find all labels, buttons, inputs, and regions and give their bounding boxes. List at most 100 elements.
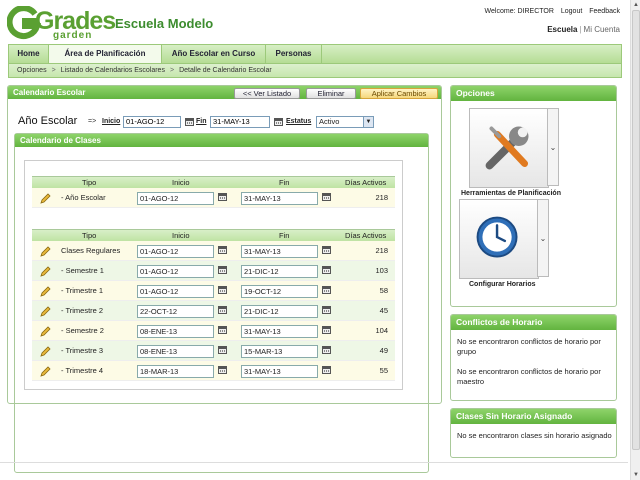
row-fin-input[interactable]: 31-MAY-13 xyxy=(241,325,318,338)
calendar-icon[interactable] xyxy=(322,326,331,334)
calendar-icon[interactable] xyxy=(322,266,331,274)
row-inicio-input[interactable]: 22-OCT-12 xyxy=(137,305,214,318)
vertical-scrollbar[interactable]: ▲ ▼ xyxy=(630,0,640,480)
horizontal-divider xyxy=(0,462,628,463)
row-tipo: - Semestre 1 xyxy=(61,266,104,275)
tab-area-planificacion[interactable]: Área de Planificación xyxy=(49,45,162,64)
calendar-icon[interactable] xyxy=(218,193,227,201)
calendar-icon[interactable] xyxy=(218,286,227,294)
chevron-down-icon[interactable]: ⌄ xyxy=(547,108,559,186)
header-dias: Días Activos xyxy=(345,178,387,187)
mi-cuenta-link[interactable]: Mi Cuenta xyxy=(584,25,620,34)
calendar-icon[interactable] xyxy=(322,366,331,374)
breadcrumb-opciones[interactable]: Opciones xyxy=(17,67,47,74)
school-name: Escuela Modelo xyxy=(115,16,214,31)
inicio-label[interactable]: Inicio xyxy=(102,118,120,125)
breadcrumb-separator: > xyxy=(51,67,56,74)
aplicar-cambios-button[interactable]: Aplicar Cambios xyxy=(360,88,438,99)
breadcrumb-listado[interactable]: Listado de Calendarios Escolares xyxy=(61,67,165,74)
wrench-screwdriver-icon xyxy=(485,126,529,170)
pencil-icon[interactable] xyxy=(40,266,51,277)
pencil-icon[interactable] xyxy=(40,326,51,337)
row-inicio-input[interactable]: 08-ENE-13 xyxy=(137,325,214,338)
calendar-icon[interactable] xyxy=(274,118,283,126)
calendar-icon[interactable] xyxy=(322,286,331,294)
feedback-link[interactable]: Feedback xyxy=(589,8,620,15)
pencil-icon[interactable] xyxy=(40,246,51,257)
calendar-icon[interactable] xyxy=(218,346,227,354)
row-fin-input[interactable]: 21-DIC-12 xyxy=(241,305,318,318)
escuela-link[interactable]: Escuela xyxy=(547,25,577,34)
welcome-text: Welcome: DIRECTOR xyxy=(484,8,554,15)
unassigned-message: No se encontraron clases sin horario asi… xyxy=(457,431,612,440)
scrollbar-thumb[interactable] xyxy=(632,10,640,450)
row-inicio-input[interactable]: 01-AGO-12 xyxy=(137,192,214,205)
row-fin-input[interactable]: 31-MAY-13 xyxy=(241,365,318,378)
conflicts-teacher-message: No se encontraron conflictos de horario … xyxy=(457,367,601,386)
estatus-value: Activo xyxy=(319,117,340,126)
calendar-icon[interactable] xyxy=(218,306,227,314)
table-row: - Trimestre 3 08-ENE-13 15-MAR-13 49 xyxy=(32,341,395,361)
grades-garden-logo[interactable]: Grades garden xyxy=(7,6,116,41)
row-tipo: - Trimestre 4 xyxy=(61,366,104,375)
main-nav: Home Área de Planificación Año Escolar e… xyxy=(8,44,622,64)
context-separator: | xyxy=(579,25,582,34)
header-inicio: Inicio xyxy=(172,178,190,187)
row-fin-input[interactable]: 15-MAR-13 xyxy=(241,345,318,358)
calendar-icon[interactable] xyxy=(185,118,194,126)
ver-listado-button[interactable]: << Ver Listado xyxy=(234,88,300,99)
calendar-icon[interactable] xyxy=(322,246,331,254)
pencil-icon[interactable] xyxy=(40,286,51,297)
calendar-icon[interactable] xyxy=(218,366,227,374)
calendar-icon[interactable] xyxy=(218,266,227,274)
header-fin: Fin xyxy=(279,231,290,240)
row-fin-input[interactable]: 31-MAY-13 xyxy=(241,245,318,258)
row-inicio-input[interactable]: 01-AGO-12 xyxy=(137,245,214,258)
estatus-select[interactable]: Activo ▼ xyxy=(316,116,374,128)
pencil-icon[interactable] xyxy=(40,306,51,317)
row-inicio-input[interactable]: 01-AGO-12 xyxy=(137,285,214,298)
scroll-down-icon[interactable]: ▼ xyxy=(631,470,640,480)
fin-input[interactable]: 31-MAY-13 xyxy=(210,116,270,128)
header-tipo: Tipo xyxy=(82,178,97,187)
configure-schedules-button[interactable] xyxy=(459,199,539,279)
row-fin-input[interactable]: 31-MAY-13 xyxy=(241,192,318,205)
eliminar-button[interactable]: Eliminar xyxy=(306,88,356,99)
table-row: Clases Regulares 01-AGO-12 31-MAY-13 218 xyxy=(32,241,395,261)
pencil-icon[interactable] xyxy=(40,366,51,377)
row-inicio-input[interactable]: 18-MAR-13 xyxy=(137,365,214,378)
row-inicio-input[interactable]: 01-AGO-12 xyxy=(137,265,214,278)
tab-personas[interactable]: Personas xyxy=(266,45,322,63)
calendar-icon[interactable] xyxy=(322,193,331,201)
row-fin-input[interactable]: 19-OCT-12 xyxy=(241,285,318,298)
calendar-icon[interactable] xyxy=(218,326,227,334)
conflicts-panel-title: Conflictos de Horario xyxy=(451,315,616,330)
chevron-down-icon[interactable]: ▼ xyxy=(363,117,373,127)
configure-schedules-label[interactable]: Configurar Horarios xyxy=(469,281,536,288)
unassigned-classes-panel: Clases Sin Horario Asignado No se encont… xyxy=(450,408,617,458)
fin-label[interactable]: Fin xyxy=(196,118,207,125)
calendar-icon[interactable] xyxy=(322,306,331,314)
calendar-icon[interactable] xyxy=(218,246,227,254)
row-fin-input[interactable]: 21-DIC-12 xyxy=(241,265,318,278)
inicio-input[interactable]: 01-AGO-12 xyxy=(123,116,181,128)
tab-home[interactable]: Home xyxy=(9,45,49,63)
logout-link[interactable]: Logout xyxy=(561,8,582,15)
row-dias: 49 xyxy=(379,346,388,355)
planning-tools-label[interactable]: Herramientas de Planificación xyxy=(461,190,561,197)
header-fin: Fin xyxy=(279,178,290,187)
row-dias: 55 xyxy=(379,366,388,375)
user-links: Welcome: DIRECTOR Logout Feedback xyxy=(480,8,620,15)
tab-ano-escolar-en-curso[interactable]: Año Escolar en Curso xyxy=(162,45,266,63)
calendar-icon[interactable] xyxy=(322,346,331,354)
calendar-panel: Calendario Escolar << Ver Listado Elimin… xyxy=(7,85,442,473)
pencil-icon[interactable] xyxy=(40,193,51,204)
row-inicio-input[interactable]: 08-ENE-13 xyxy=(137,345,214,358)
row-tipo: Clases Regulares xyxy=(61,246,121,255)
row-tipo: - Trimestre 1 xyxy=(61,286,104,295)
scroll-up-icon[interactable]: ▲ xyxy=(631,0,640,10)
pencil-icon[interactable] xyxy=(40,346,51,357)
breadcrumb-detalle: Detalle de Calendario Escolar xyxy=(179,67,272,74)
chevron-down-icon[interactable]: ⌄ xyxy=(537,199,549,277)
planning-tools-button[interactable] xyxy=(469,108,549,188)
